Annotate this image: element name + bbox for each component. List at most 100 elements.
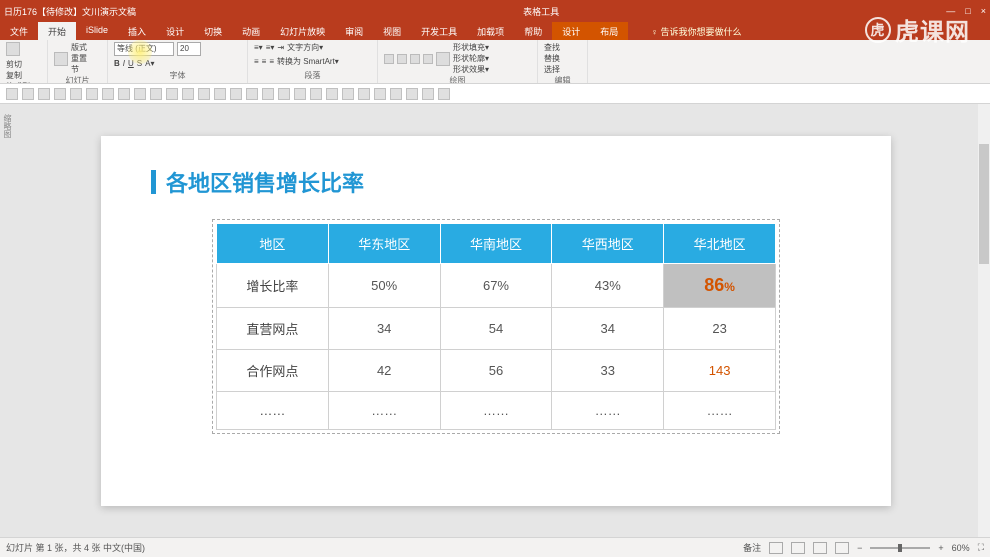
table-cell[interactable]: 143	[664, 349, 776, 391]
qat-icon-15[interactable]	[246, 88, 258, 100]
strikethrough-button[interactable]: S	[137, 59, 142, 68]
sorter-view-button[interactable]	[791, 542, 805, 554]
qat-icon-1[interactable]	[22, 88, 34, 100]
qat-icon-18[interactable]	[294, 88, 306, 100]
qat-icon-12[interactable]	[198, 88, 210, 100]
row-label[interactable]: 增长比率	[217, 263, 329, 307]
zoom-level[interactable]: 60%	[952, 543, 970, 553]
tab-视图[interactable]: 视图	[373, 22, 411, 40]
reading-view-button[interactable]	[813, 542, 827, 554]
tab-开发工具[interactable]: 开发工具	[411, 22, 467, 40]
new-slide-icon[interactable]	[54, 52, 68, 66]
qat-icon-22[interactable]	[358, 88, 370, 100]
qat-icon-6[interactable]	[102, 88, 114, 100]
qat-icon-5[interactable]	[86, 88, 98, 100]
table-cell[interactable]: 34	[328, 307, 440, 349]
table-cell[interactable]: 23	[664, 307, 776, 349]
vertical-scrollbar[interactable]	[978, 104, 990, 537]
table-cell[interactable]: ……	[664, 391, 776, 429]
table-row[interactable]: 直营网点34543423	[217, 307, 776, 349]
table-header[interactable]: 华西地区	[552, 223, 664, 263]
indent-button[interactable]: ⇥	[277, 43, 284, 52]
arrange-button[interactable]	[436, 52, 450, 66]
table-header[interactable]: 华南地区	[440, 223, 552, 263]
qat-icon-19[interactable]	[310, 88, 322, 100]
normal-view-button[interactable]	[769, 542, 783, 554]
table-row[interactable]: …………………………	[217, 391, 776, 429]
zoom-out-button[interactable]: −	[857, 543, 862, 553]
tab-插入[interactable]: 插入	[118, 22, 156, 40]
table-cell[interactable]: 34	[552, 307, 664, 349]
select-button[interactable]: 选择	[544, 64, 581, 75]
italic-button[interactable]: I	[123, 59, 125, 68]
qat-icon-8[interactable]	[134, 88, 146, 100]
scrollbar-thumb[interactable]	[979, 144, 989, 264]
font-size-select[interactable]: 20	[177, 42, 201, 56]
row-label[interactable]: 合作网点	[217, 349, 329, 391]
zoom-in-button[interactable]: +	[938, 543, 943, 553]
shape-arrow-icon[interactable]	[423, 54, 433, 64]
copy-button[interactable]: 复制	[6, 70, 30, 81]
tab-审阅[interactable]: 审阅	[335, 22, 373, 40]
qat-icon-24[interactable]	[390, 88, 402, 100]
layout-button[interactable]: 版式	[71, 42, 87, 53]
align-left-button[interactable]: ≡	[254, 57, 259, 66]
cut-button[interactable]: 剪切	[6, 59, 30, 70]
qat-icon-9[interactable]	[150, 88, 162, 100]
qat-icon-3[interactable]	[54, 88, 66, 100]
table-row[interactable]: 合作网点425633143	[217, 349, 776, 391]
paste-icon[interactable]	[6, 42, 20, 56]
replace-button[interactable]: 替换	[544, 53, 581, 64]
table-cell[interactable]: 56	[440, 349, 552, 391]
table-cell[interactable]: 50%	[328, 263, 440, 307]
tab-设计[interactable]: 设计	[156, 22, 194, 40]
align-right-button[interactable]: ≡	[269, 57, 274, 66]
shape-line-icon[interactable]	[410, 54, 420, 64]
tab-文件[interactable]: 文件	[0, 22, 38, 40]
table-cell[interactable]: 43%	[552, 263, 664, 307]
tab-切换[interactable]: 切换	[194, 22, 232, 40]
zoom-slider[interactable]	[870, 547, 930, 549]
qat-icon-7[interactable]	[118, 88, 130, 100]
qat-icon-11[interactable]	[182, 88, 194, 100]
qat-icon-16[interactable]	[262, 88, 274, 100]
data-table[interactable]: 地区华东地区华南地区华西地区华北地区增长比率50%67%43%86%直营网点34…	[216, 223, 776, 430]
numbering-button[interactable]: ≡▾	[266, 43, 275, 52]
slide-title[interactable]: 各地区销售增长比率	[151, 166, 841, 198]
tab-iSlide[interactable]: iSlide	[76, 22, 118, 40]
reset-button[interactable]: 重置	[71, 53, 87, 64]
tell-me-search[interactable]: ♀ 告诉我你想要做什么	[648, 22, 744, 40]
table-header[interactable]: 地区	[217, 223, 329, 263]
bold-button[interactable]: B	[114, 59, 120, 68]
qat-icon-14[interactable]	[230, 88, 242, 100]
font-family-select[interactable]: 等线 (正文)	[114, 42, 174, 56]
smartart-button[interactable]: 转换为 SmartArt▾	[277, 56, 339, 67]
tab-动画[interactable]: 动画	[232, 22, 270, 40]
close-button[interactable]: ×	[981, 6, 986, 16]
notes-button[interactable]: 备注	[743, 541, 761, 554]
align-center-button[interactable]: ≡	[262, 57, 267, 66]
table-cell[interactable]: 33	[552, 349, 664, 391]
slideshow-view-button[interactable]	[835, 542, 849, 554]
table-cell[interactable]: ……	[328, 391, 440, 429]
tab-帮助[interactable]: 帮助	[514, 22, 552, 40]
qat-icon-0[interactable]	[6, 88, 18, 100]
table-header[interactable]: 华东地区	[328, 223, 440, 263]
text-direction-button[interactable]: 文字方向▾	[287, 42, 323, 53]
qat-icon-25[interactable]	[406, 88, 418, 100]
tab-加载项[interactable]: 加载项	[467, 22, 514, 40]
qat-icon-27[interactable]	[438, 88, 450, 100]
qat-icon-20[interactable]	[326, 88, 338, 100]
underline-button[interactable]: U	[128, 59, 134, 68]
tab-幻灯片放映[interactable]: 幻灯片放映	[270, 22, 335, 40]
row-label[interactable]: ……	[217, 391, 329, 429]
table-row[interactable]: 增长比率50%67%43%86%	[217, 263, 776, 307]
qat-icon-21[interactable]	[342, 88, 354, 100]
qat-icon-23[interactable]	[374, 88, 386, 100]
qat-icon-4[interactable]	[70, 88, 82, 100]
qat-icon-26[interactable]	[422, 88, 434, 100]
shape-fill-button[interactable]: 形状填充▾	[453, 42, 489, 53]
slide-canvas-area[interactable]: 各地区销售增长比率 地区华东地区华南地区华西地区华北地区增长比率50%67%43…	[14, 104, 978, 537]
shape-outline-button[interactable]: 形状轮廓▾	[453, 53, 489, 64]
qat-icon-17[interactable]	[278, 88, 290, 100]
